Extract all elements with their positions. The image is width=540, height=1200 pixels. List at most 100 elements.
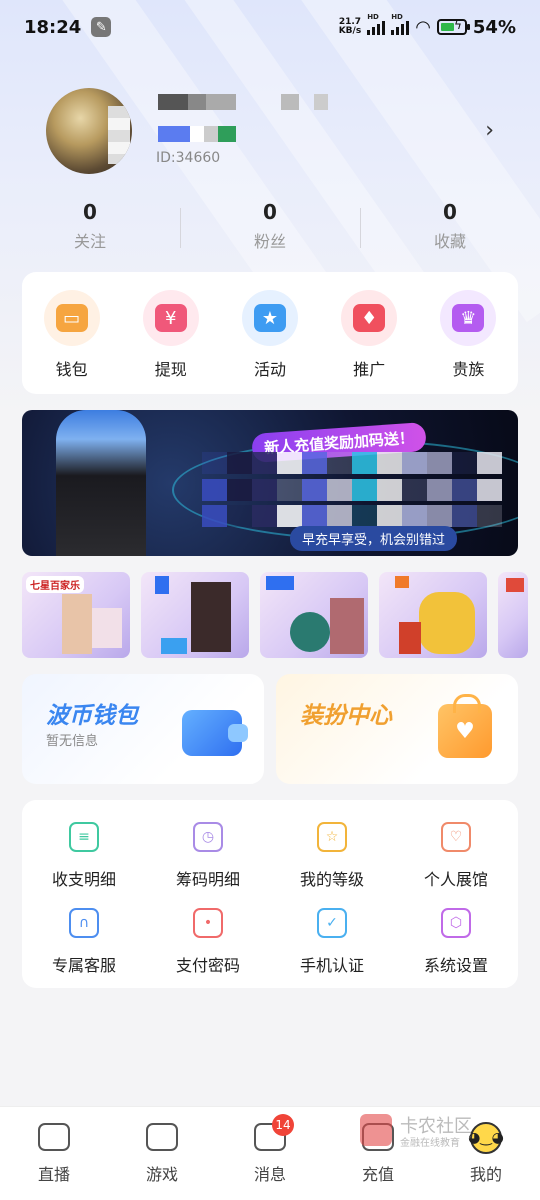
nav-gamepad[interactable]: 游戏 xyxy=(108,1107,216,1200)
settings-icon: ⬡ xyxy=(441,908,471,938)
user-id: ID:34660 xyxy=(156,150,221,166)
promo-banner[interactable]: 新人充值奖励加码送！ 早充早享受，机会别错过 xyxy=(22,410,518,556)
game-card[interactable]: 七星百家乐 xyxy=(22,572,130,658)
service-history[interactable]: ◷ 筹码明细 xyxy=(146,818,270,904)
nav-tv[interactable]: 直播 xyxy=(0,1107,108,1200)
service-phone-check[interactable]: ✓ 手机认证 xyxy=(270,904,394,990)
quick-action-withdraw[interactable]: ¥ 提现 xyxy=(131,290,211,394)
shopping-bag-icon: ♥ xyxy=(438,694,492,758)
battery-icon: ϟ xyxy=(436,18,470,35)
stat-label: 关注 xyxy=(73,232,106,251)
quick-action-label: 活动 xyxy=(253,360,286,379)
gallery-icon: ♡ xyxy=(441,822,471,852)
nav-label: 充值 xyxy=(361,1165,394,1184)
network-speed-unit: KB/s xyxy=(338,26,362,36)
wallet-card-title: 波币钱包 xyxy=(46,703,138,729)
stat-label: 粉丝 xyxy=(253,232,286,251)
nav-message[interactable]: 消息 xyxy=(216,1107,324,1200)
quick-action-crown[interactable]: ♛ 贵族 xyxy=(428,290,508,394)
battery-fill xyxy=(440,23,454,31)
watermark-subtitle: 金融在线教育 xyxy=(400,1138,460,1149)
banner-headline-mosaic xyxy=(202,452,502,532)
status-icons: 21.7 KB/s HD HD ◠ ϟ 54% xyxy=(339,13,516,38)
wallet-card[interactable]: 波币钱包 暂无信息 xyxy=(22,674,264,784)
quick-action-label: 贵族 xyxy=(452,360,485,379)
quick-action-glyph: ¥ xyxy=(154,304,187,332)
dress-card-title: 装扮中心 xyxy=(300,703,392,729)
stat-label: 收藏 xyxy=(433,232,466,251)
game-card[interactable] xyxy=(141,572,249,658)
status-time: 18:24 xyxy=(24,16,82,38)
quick-action-wallet[interactable]: ▭ 钱包 xyxy=(32,290,112,394)
service-label: 手机认证 xyxy=(299,956,364,975)
signal-icon: HD xyxy=(391,13,410,35)
profile-header[interactable]: ID:34660 › xyxy=(46,88,506,178)
quick-action-star[interactable]: ★ 活动 xyxy=(230,290,310,394)
quick-action-glyph: ♦ xyxy=(353,304,386,332)
network-speed: 21.7 KB/s xyxy=(339,18,361,36)
stat-favorites[interactable]: 0 收藏 xyxy=(360,200,540,256)
nav-label: 我的 xyxy=(469,1165,502,1184)
star-icon: ★ xyxy=(241,290,298,346)
flame-icon: ♦ xyxy=(341,290,398,346)
wallet-card-subtitle: 暂无信息 xyxy=(46,734,99,749)
service-ledger[interactable]: ≡ 收支明细 xyxy=(22,818,146,904)
service-level[interactable]: ☆ 我的等级 xyxy=(270,818,394,904)
stat-fans[interactable]: 0 粉丝 xyxy=(180,200,360,256)
banner-figure xyxy=(56,410,146,556)
game-strip: 七星百家乐 xyxy=(22,572,540,658)
game-card[interactable] xyxy=(498,572,528,658)
game-tag: 七星百家乐 xyxy=(26,576,84,593)
history-icon: ◷ xyxy=(193,822,223,852)
user-tags-mosaic xyxy=(158,126,248,142)
service-label: 系统设置 xyxy=(423,956,488,975)
quick-action-label: 钱包 xyxy=(55,360,88,379)
wrench-icon: ✎ xyxy=(91,17,112,37)
watermark-logo xyxy=(360,1114,392,1146)
wallet-icon: ▭ xyxy=(43,290,100,346)
stat-value: 0 xyxy=(263,200,277,224)
message-badge: 14 xyxy=(272,1114,294,1136)
stat-value: 0 xyxy=(443,200,457,224)
status-bar: 18:24 ✎ 21.7 KB/s HD HD ◠ ϟ 54% xyxy=(0,0,540,54)
service-label: 支付密码 xyxy=(175,956,240,975)
ledger-icon: ≡ xyxy=(69,822,99,852)
stat-value: 0 xyxy=(83,200,97,224)
quick-action-flame[interactable]: ♦ 推广 xyxy=(329,290,409,394)
phone-check-icon: ✓ xyxy=(317,908,347,938)
quick-action-glyph: ★ xyxy=(253,304,286,332)
service-label: 收支明细 xyxy=(51,870,116,889)
service-label: 专属客服 xyxy=(51,956,116,975)
quick-actions-card: ▭ 钱包 ¥ 提现 ★ 活动 ♦ 推广 ♛ 贵族 xyxy=(22,272,518,394)
avatar[interactable] xyxy=(46,88,132,174)
signal-icon: HD xyxy=(367,13,386,35)
quick-action-glyph: ♛ xyxy=(452,304,485,332)
service-headset[interactable]: ∩ 专属客服 xyxy=(22,904,146,990)
quick-action-glyph: ▭ xyxy=(55,304,88,332)
headset-icon: ∩ xyxy=(69,908,99,938)
wallet-icon xyxy=(182,710,248,756)
game-card[interactable] xyxy=(379,572,487,658)
quick-action-label: 推广 xyxy=(353,360,386,379)
quick-action-label: 提现 xyxy=(154,360,187,379)
service-lock[interactable]: • 支付密码 xyxy=(146,904,270,990)
wifi-icon: ◠ xyxy=(415,16,431,38)
service-label: 个人展馆 xyxy=(423,870,488,889)
tv-icon xyxy=(38,1123,70,1151)
withdraw-icon: ¥ xyxy=(142,290,199,346)
nav-label: 消息 xyxy=(253,1165,286,1184)
services-card: ≡ 收支明细 ◷ 筹码明细 ☆ 我的等级 ♡ 个人展馆 ∩ 专属客服 • 支付密码 ✓ 手机认证 ⬡ 系统设置 xyxy=(22,800,518,988)
user-stats: 0 关注 0 粉丝 0 收藏 xyxy=(0,200,540,256)
crown-icon: ♛ xyxy=(440,290,497,346)
username-mosaic xyxy=(158,94,348,114)
chevron-right-icon[interactable]: › xyxy=(485,118,494,143)
nav-label: 游戏 xyxy=(145,1165,178,1184)
service-settings[interactable]: ⬡ 系统设置 xyxy=(394,904,518,990)
banner-slogan: 早充早享受，机会别错过 xyxy=(290,526,458,551)
service-label: 我的等级 xyxy=(299,870,364,889)
game-card[interactable] xyxy=(260,572,368,658)
emoji-face-icon: ◕‿◕ xyxy=(468,1122,504,1154)
stat-following[interactable]: 0 关注 xyxy=(0,200,180,256)
service-gallery[interactable]: ♡ 个人展馆 xyxy=(394,818,518,904)
dress-up-card[interactable]: 装扮中心 ♥ xyxy=(276,674,518,784)
